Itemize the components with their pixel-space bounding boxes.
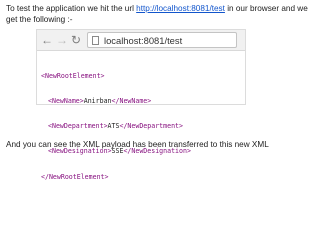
xml-name-value: Anirban bbox=[83, 97, 112, 106]
outro-paragraph: And you can see the XML payload has been… bbox=[6, 140, 269, 149]
intro-text-start: To test the application we hit the url bbox=[6, 4, 137, 13]
xml-name-close: </NewName> bbox=[111, 97, 152, 106]
xml-name-line: <NewName>Anirban</NewName> bbox=[41, 97, 191, 105]
xml-dept-line: <NewDepartment>ATS</NewDepartment> bbox=[41, 122, 191, 130]
xml-dept-open: <NewDepartment> bbox=[48, 122, 108, 131]
xml-output: <NewRootElement> <NewName>Anirban</NewNa… bbox=[41, 55, 191, 198]
intro-paragraph: To test the application we hit the url h… bbox=[6, 3, 312, 25]
browser-toolbar: ← → ↻ localhost:8081/test bbox=[37, 30, 245, 51]
address-bar[interactable]: localhost:8081/test bbox=[87, 32, 237, 48]
xml-root-close: </NewRootElement> bbox=[41, 172, 109, 181]
back-arrow-icon[interactable]: ← bbox=[41, 32, 53, 48]
xml-root-open: <NewRootElement> bbox=[41, 71, 105, 80]
forward-arrow-icon[interactable]: → bbox=[56, 32, 68, 48]
xml-name-open: <NewName> bbox=[48, 97, 84, 106]
xml-dept-close: </NewDepartment> bbox=[119, 122, 183, 131]
page-icon bbox=[92, 36, 99, 45]
address-bar-url[interactable]: localhost:8081/test bbox=[104, 34, 182, 47]
xml-dept-value: ATS bbox=[107, 122, 120, 131]
test-url-link[interactable]: http://localhost:8081/test bbox=[136, 4, 225, 13]
reload-icon[interactable]: ↻ bbox=[71, 32, 81, 48]
browser-screenshot: ← → ↻ localhost:8081/test <NewRootElemen… bbox=[36, 29, 246, 181]
